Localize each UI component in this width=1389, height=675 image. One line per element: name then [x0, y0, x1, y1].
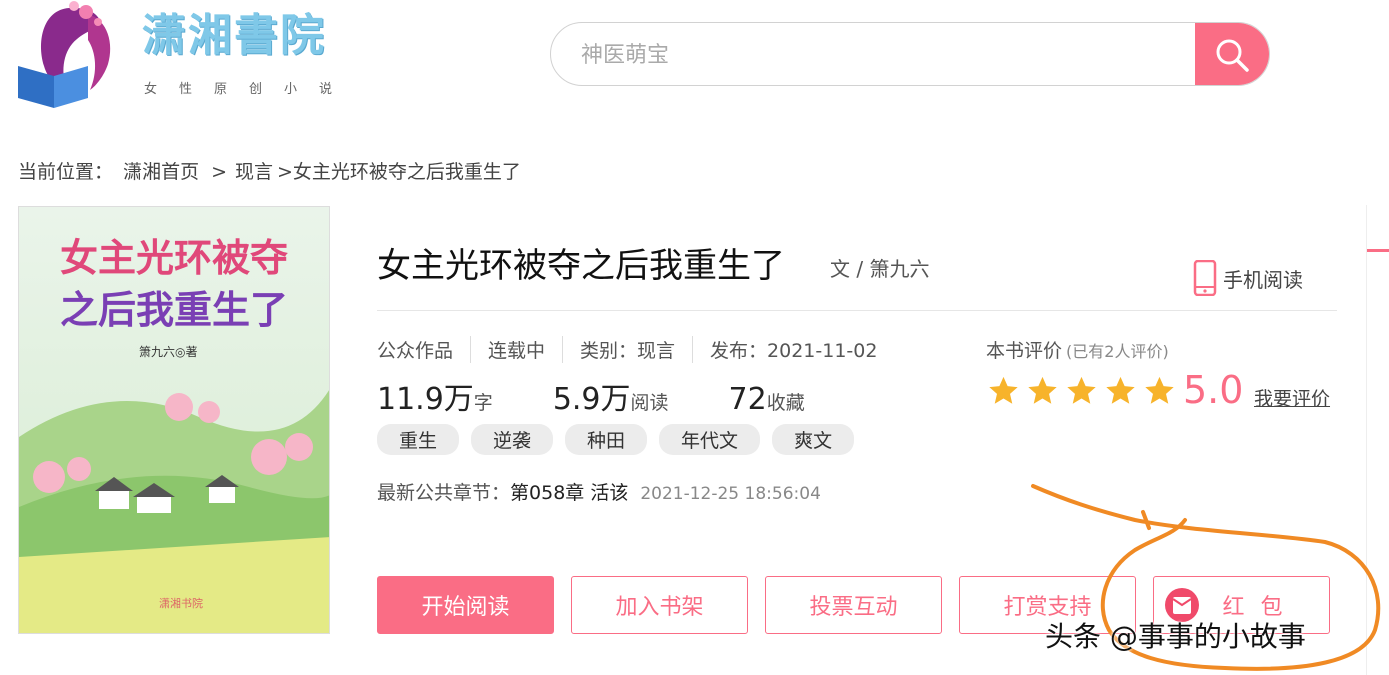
site-logo[interactable]: 潇湘書院 女性原创小说: [14, 0, 359, 112]
breadcrumb: 当前位置： 潇湘首页 > 现言 >女主光环被夺之后我重生了: [18, 157, 525, 184]
tag-chip[interactable]: 爽文: [772, 424, 855, 455]
latest-chapter-label: 最新公共章节：: [377, 482, 511, 504]
logo-girl-icon: [18, 1, 111, 108]
book-author[interactable]: 文 / 箫九六: [830, 253, 929, 282]
latest-chapter: 最新公共章节：第058章 活该 2021-12-25 18:56:04: [377, 478, 821, 505]
add-to-shelf-label: 加入书架: [615, 595, 704, 620]
breadcrumb-current: >女主光环被夺之后我重生了: [277, 161, 521, 183]
tag-list: 重生 逆袭 种田 年代文 爽文: [377, 424, 866, 455]
rating-stars: [986, 374, 1181, 408]
cover-title-line1: 女主光环被夺: [59, 235, 288, 280]
search-icon: [1216, 39, 1249, 72]
stat-favorites-value: 72: [728, 382, 767, 417]
phone-icon: [1193, 260, 1217, 296]
book-cover[interactable]: 女主光环被夺 之后我重生了 箫九六◎著 潇湘书院: [18, 206, 330, 634]
tag-chip[interactable]: 年代文: [659, 424, 761, 455]
meta-category: 类别：现言: [562, 336, 692, 363]
stat-reads-unit: 阅读: [630, 392, 669, 414]
meta-status: 连载中: [470, 336, 562, 363]
tag-chip[interactable]: 逆袭: [471, 424, 554, 455]
stat-reads-value: 5.9万: [552, 382, 631, 417]
latest-chapter-time: 2021-12-25 18:56:04: [640, 484, 821, 504]
card-accent-bar: [1367, 249, 1389, 252]
mobile-read-link[interactable]: 手机阅读: [1193, 260, 1303, 296]
latest-chapter-link[interactable]: 第058章 活该: [510, 482, 628, 504]
book-title: 女主光环被夺之后我重生了: [377, 246, 785, 286]
vote-label: 投票互动: [809, 595, 898, 620]
search-button[interactable]: [1195, 23, 1269, 85]
cover-publisher: 潇湘书院: [159, 597, 203, 610]
add-to-shelf-button[interactable]: 加入书架: [571, 576, 748, 634]
cover-title-line2: 之后我重生了: [59, 287, 288, 332]
rating-title: 本书评价: [986, 340, 1063, 362]
star-icon: [1028, 376, 1057, 404]
stat-reads: 5.9万阅读: [553, 374, 669, 418]
divider: [377, 310, 1337, 311]
rating-score: 5.0: [1183, 368, 1244, 412]
star-icon: [1067, 376, 1096, 404]
cover-author: 箫九六◎著: [139, 345, 198, 359]
mobile-read-label: 手机阅读: [1223, 267, 1303, 292]
breadcrumb-separator: >: [211, 161, 227, 183]
stat-words: 11.9万字: [377, 374, 493, 418]
breadcrumb-label: 当前位置：: [18, 161, 114, 183]
breadcrumb-category-link[interactable]: 现言: [235, 161, 273, 183]
stat-favorites: 72收藏: [729, 382, 805, 417]
search-bar: [550, 22, 1270, 86]
rating-label: 本书评价 (已有2人评价): [986, 336, 1169, 363]
vote-button[interactable]: 投票互动: [765, 576, 942, 634]
start-reading-button[interactable]: 开始阅读: [377, 576, 554, 634]
logo-subtitle: 女性原创小说: [144, 82, 355, 97]
card-right-border: [1366, 205, 1389, 675]
search-input[interactable]: [579, 23, 1183, 85]
meta-publish-date: 发布：2021-11-02: [692, 336, 894, 363]
logo-text: 潇湘書院: [142, 10, 326, 61]
stat-favorites-unit: 收藏: [766, 392, 805, 414]
tag-chip[interactable]: 种田: [565, 424, 648, 455]
book-meta: 公众作品 连载中 类别：现言 发布：2021-11-02: [377, 336, 894, 363]
star-icon: [1145, 376, 1174, 404]
stat-words-unit: 字: [473, 392, 493, 414]
rating-count: (已有2人评价): [1066, 342, 1169, 361]
start-reading-label: 开始阅读: [421, 595, 510, 620]
meta-type: 公众作品: [377, 340, 454, 362]
star-icon: [989, 376, 1018, 404]
breadcrumb-home-link[interactable]: 潇湘首页: [123, 161, 199, 183]
rate-book-link[interactable]: 我要评价: [1254, 384, 1330, 411]
watermark-text: 头条 @事事的小故事: [1045, 620, 1306, 653]
stat-words-value: 11.9万: [377, 382, 474, 417]
tag-chip[interactable]: 重生: [377, 424, 460, 455]
star-icon: [1106, 376, 1135, 404]
book-stats: 11.9万字 5.9万阅读 72收藏: [377, 374, 865, 418]
